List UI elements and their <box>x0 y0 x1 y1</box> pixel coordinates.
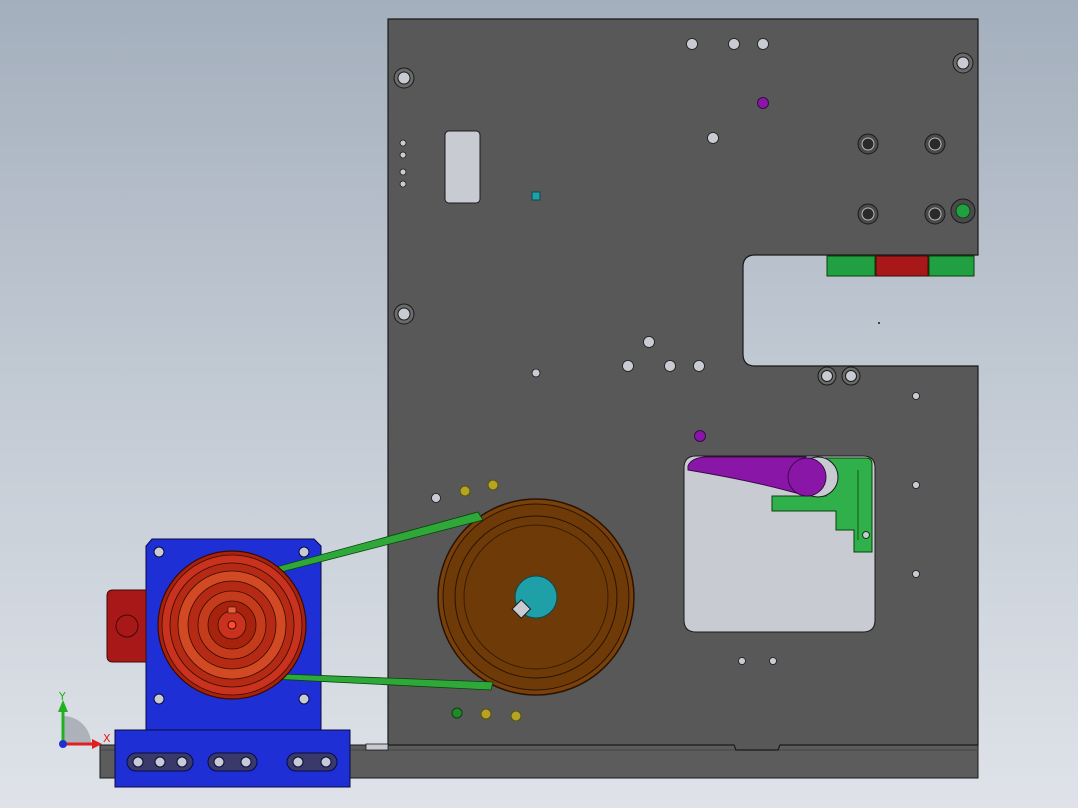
hole[interactable] <box>399 139 407 147</box>
purple-pin[interactable] <box>694 430 706 442</box>
yellow-pin[interactable] <box>459 485 471 497</box>
plate-slot[interactable] <box>444 130 481 204</box>
slot-bolt[interactable] <box>292 756 304 768</box>
triad-y-label: Y <box>58 690 66 703</box>
bracket-hole[interactable] <box>862 531 870 539</box>
green-pin[interactable] <box>955 203 971 219</box>
triad-x-label: X <box>103 732 111 745</box>
hole[interactable] <box>399 180 407 188</box>
graphics-viewport[interactable]: Y X <box>0 0 1078 808</box>
hole[interactable] <box>431 493 441 503</box>
yellow-pin[interactable] <box>480 708 492 720</box>
cyan-pin[interactable] <box>531 191 541 201</box>
hole[interactable] <box>153 546 165 558</box>
coordinate-triad[interactable]: Y X <box>58 690 111 749</box>
hole[interactable] <box>693 360 705 372</box>
hole[interactable] <box>531 368 541 378</box>
hole[interactable] <box>664 360 676 372</box>
clamp-pivot[interactable] <box>787 457 827 497</box>
green-block[interactable] <box>826 255 876 277</box>
hole[interactable] <box>686 38 698 50</box>
cutout-marker <box>878 322 880 324</box>
screw[interactable] <box>928 207 942 221</box>
green-pin[interactable] <box>451 707 463 719</box>
hole[interactable] <box>298 546 310 558</box>
slot-bolt[interactable] <box>132 756 144 768</box>
slot-bolt[interactable] <box>320 756 332 768</box>
green-block[interactable] <box>928 255 975 277</box>
motor-pulley-key[interactable] <box>227 606 237 614</box>
yellow-pin[interactable] <box>487 479 499 491</box>
hole[interactable] <box>912 481 920 489</box>
hole[interactable] <box>622 360 634 372</box>
hole[interactable] <box>399 168 407 176</box>
hole[interactable] <box>707 132 719 144</box>
screw[interactable] <box>861 207 875 221</box>
slot-bolt[interactable] <box>154 756 166 768</box>
hole[interactable] <box>956 56 970 70</box>
hole[interactable] <box>298 693 310 705</box>
triad-z-axis <box>59 740 67 748</box>
hole[interactable] <box>153 693 165 705</box>
slot-bolt[interactable] <box>240 756 252 768</box>
hole[interactable] <box>397 307 411 321</box>
motor-shaft[interactable] <box>227 620 237 630</box>
base-slots <box>126 752 338 772</box>
triad-xy-plane <box>63 716 91 744</box>
hole[interactable] <box>728 38 740 50</box>
hole[interactable] <box>821 370 833 382</box>
hole[interactable] <box>738 657 746 665</box>
red-block[interactable] <box>875 255 929 277</box>
screw[interactable] <box>861 137 875 151</box>
cad-model-view[interactable]: Y X <box>0 0 1078 808</box>
hole[interactable] <box>643 336 655 348</box>
hole[interactable] <box>912 392 920 400</box>
hole[interactable] <box>757 38 769 50</box>
plate-step <box>365 743 389 751</box>
hole[interactable] <box>769 657 777 665</box>
slot-bolt[interactable] <box>213 756 225 768</box>
hole[interactable] <box>399 151 407 159</box>
screw[interactable] <box>928 137 942 151</box>
purple-pin[interactable] <box>757 97 769 109</box>
yellow-pin[interactable] <box>510 710 522 722</box>
side-block-hole[interactable] <box>115 614 139 638</box>
hole[interactable] <box>912 570 920 578</box>
hole[interactable] <box>397 71 411 85</box>
slot-bolt[interactable] <box>176 756 188 768</box>
hole[interactable] <box>845 370 857 382</box>
